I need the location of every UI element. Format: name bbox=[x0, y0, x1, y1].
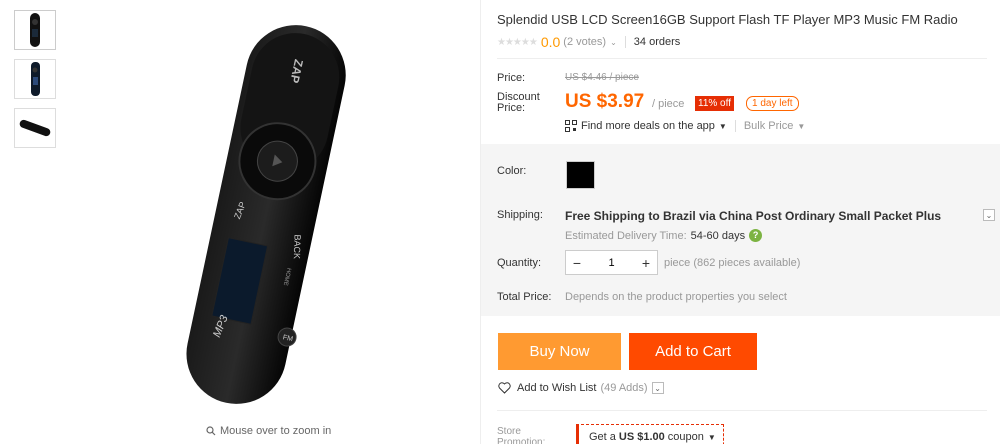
chevron-down-icon[interactable]: ⌄ bbox=[651, 382, 664, 394]
thumbnail-device-image bbox=[30, 13, 40, 47]
quantity-stepper: − + bbox=[565, 250, 658, 275]
star-rating-icon[interactable]: ★★★★★ bbox=[497, 37, 538, 48]
add-to-cart-button[interactable]: Add to Cart bbox=[629, 333, 757, 370]
quantity-availability: piece (862 pieces available) bbox=[664, 257, 801, 269]
quantity-input[interactable] bbox=[588, 256, 635, 269]
divider bbox=[497, 58, 987, 59]
decrease-quantity-button[interactable]: − bbox=[566, 251, 588, 274]
magnifier-icon bbox=[206, 426, 216, 436]
color-swatch-black[interactable] bbox=[566, 161, 595, 189]
rating-value: 0.0 bbox=[540, 34, 561, 50]
store-promotion-label: Store Promotion: bbox=[497, 426, 546, 444]
zoom-hint: Mouse over to zoom in bbox=[206, 425, 331, 437]
qr-code-icon bbox=[565, 120, 577, 132]
divider bbox=[624, 36, 626, 48]
buy-now-button[interactable]: Buy Now bbox=[498, 333, 621, 370]
delivery-days: 54-60 days bbox=[690, 229, 746, 242]
add-to-wishlist-link[interactable]: Add to Wish List bbox=[517, 382, 596, 394]
total-price-hint: Depends on the product properties you se… bbox=[565, 291, 787, 303]
coupon-amount: US $1.00 bbox=[618, 431, 665, 443]
thumbnail-device-image bbox=[31, 62, 40, 96]
wishlist-count: (49 Adds) bbox=[600, 382, 648, 394]
thumbnail-2[interactable] bbox=[14, 59, 56, 99]
increase-quantity-button[interactable]: + bbox=[635, 251, 657, 274]
chevron-down-icon: ▼ bbox=[707, 432, 716, 442]
color-label: Color: bbox=[497, 165, 527, 177]
time-left-badge: 1 day left bbox=[746, 96, 799, 111]
discount-price-label: Discount Price: bbox=[497, 91, 540, 114]
divider bbox=[497, 410, 987, 411]
rating-row: ★★★★★ 0.0 (2 votes) ⌄ 34 orders bbox=[497, 34, 680, 50]
original-price: US $4.46 / piece bbox=[565, 72, 639, 83]
price-label: Price: bbox=[497, 72, 526, 84]
orders-count: 34 orders bbox=[633, 36, 681, 48]
current-price: US $3.97 bbox=[565, 91, 645, 112]
thumbnail-list bbox=[14, 10, 56, 157]
main-product-image[interactable]: ZAP ZAP BACK HOME MP3 FM bbox=[66, 0, 480, 420]
coupon-button[interactable]: Get a US $1.00 coupon ▼ bbox=[576, 424, 724, 444]
product-title: Splendid USB LCD Screen16GB Support Flas… bbox=[497, 12, 958, 27]
coupon-suffix: coupon bbox=[667, 431, 704, 443]
thumbnail-device-image bbox=[19, 119, 51, 137]
svg-text:BACK: BACK bbox=[292, 234, 303, 259]
thumbnail-3[interactable] bbox=[14, 108, 56, 148]
votes-count[interactable]: (2 votes) bbox=[563, 36, 606, 48]
delivery-label: Estimated Delivery Time: bbox=[565, 229, 687, 242]
discount-badge: 11% off bbox=[695, 96, 734, 111]
heart-icon[interactable] bbox=[498, 382, 511, 394]
zoom-hint-text: Mouse over to zoom in bbox=[220, 425, 332, 437]
wishlist-row: Add to Wish List (49 Adds) ⌄ bbox=[498, 382, 664, 394]
chevron-down-icon[interactable]: ⌄ bbox=[610, 38, 617, 47]
chevron-down-icon[interactable]: ▼ bbox=[719, 122, 727, 131]
deals-row: Find more deals on the app ▼ Bulk Price … bbox=[565, 120, 805, 132]
thumbnail-1[interactable] bbox=[14, 10, 56, 50]
shipping-label: Shipping: bbox=[497, 209, 543, 221]
bulk-price-link[interactable]: Bulk Price bbox=[744, 120, 794, 132]
per-piece-label: / piece bbox=[652, 98, 685, 110]
mp3-player-image: ZAP ZAP BACK HOME MP3 FM bbox=[186, 25, 346, 404]
app-deals-link[interactable]: Find more deals on the app bbox=[581, 120, 715, 132]
divider bbox=[734, 120, 736, 132]
shipping-method[interactable]: Free Shipping to Brazil via China Post O… bbox=[565, 209, 941, 223]
chevron-down-icon[interactable]: ⌄ bbox=[983, 209, 995, 221]
total-price-label: Total Price: bbox=[497, 291, 552, 303]
delivery-time: Estimated Delivery Time: 54-60 days ? bbox=[565, 229, 763, 242]
help-icon[interactable]: ? bbox=[749, 229, 763, 242]
chevron-down-icon[interactable]: ▼ bbox=[797, 122, 805, 131]
quantity-label: Quantity: bbox=[497, 257, 542, 269]
coupon-prefix: Get a bbox=[589, 431, 616, 443]
